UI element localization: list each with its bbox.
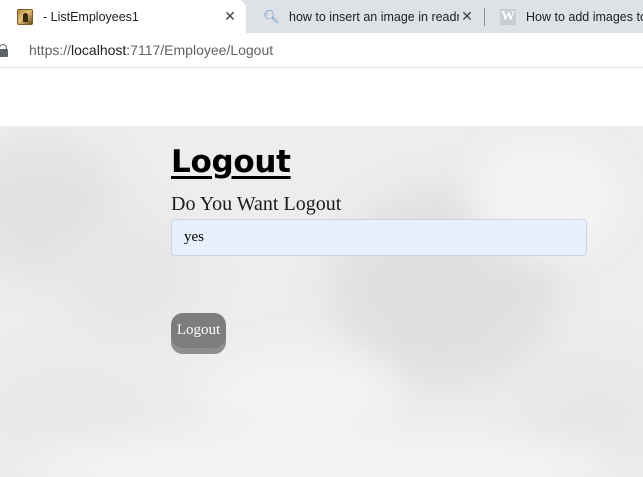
url-path: :7117/Employee/Logout xyxy=(126,42,274,58)
w-favicon-icon: W xyxy=(500,8,516,25)
blurred-background-image xyxy=(0,127,643,477)
lock-icon[interactable] xyxy=(0,44,9,57)
page-body: Logout Do You Want Logout Logout xyxy=(0,127,643,477)
browser-tab-strip: - ListEmployees1 ✕ 🔍︎ how to insert an i… xyxy=(0,0,643,33)
tab-list-employees[interactable]: - ListEmployees1 ✕ xyxy=(0,0,246,33)
tab-title: How to add images to xyxy=(526,9,643,24)
site-header xyxy=(0,68,643,126)
close-tab-icon[interactable]: ✕ xyxy=(459,8,475,25)
search-icon: 🔍︎ xyxy=(263,8,280,24)
url-text[interactable]: https://localhost:7117/Employee/Logout xyxy=(29,42,273,58)
logout-button[interactable]: Logout xyxy=(171,313,226,354)
tab-readme-search[interactable]: 🔍︎ how to insert an image in readme ✕ xyxy=(246,0,483,33)
close-tab-icon[interactable]: ✕ xyxy=(222,8,238,25)
url-scheme: https:// xyxy=(29,42,72,58)
tab-add-images[interactable]: W How to add images to xyxy=(483,0,643,33)
page-title: Logout xyxy=(171,144,291,180)
logout-answer-input[interactable] xyxy=(171,219,587,256)
tab-title: how to insert an image in readme xyxy=(289,9,459,24)
tab-title: - ListEmployees1 xyxy=(43,9,139,24)
employee-photo-favicon-icon xyxy=(17,8,33,25)
url-host: localhost xyxy=(71,42,127,58)
logout-prompt-label: Do You Want Logout xyxy=(171,193,342,215)
address-bar[interactable]: https://localhost:7117/Employee/Logout xyxy=(0,33,643,68)
